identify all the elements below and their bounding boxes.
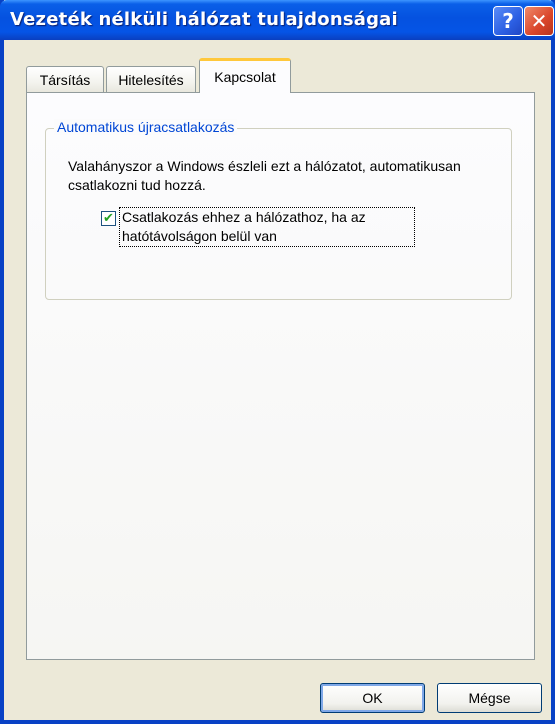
title-bar[interactable]: Vezeték nélküli hálózat tulajdonságai ? … <box>0 0 555 40</box>
close-icon: ✕ <box>530 9 548 33</box>
dialog-window: Vezeték nélküli hálózat tulajdonságai ? … <box>0 0 555 724</box>
close-button[interactable]: ✕ <box>524 6 554 36</box>
window-title: Vezeték nélküli hálózat tulajdonságai <box>10 9 398 30</box>
description-text: Valahányszor a Windows észleli ezt a hál… <box>68 158 461 193</box>
groupbox-title: Automatikus újracsatlakozás <box>54 119 238 135</box>
cancel-button[interactable]: Mégse <box>437 683 542 713</box>
tab-hitelesites[interactable]: Hitelesítés <box>106 66 196 93</box>
checkmark-icon: ✔ <box>103 211 114 226</box>
help-button[interactable]: ? <box>493 6 523 36</box>
tab-panel: Automatikus újracsatlakozás Valahányszor… <box>26 92 535 660</box>
auto-connect-checkbox[interactable]: ✔ <box>101 211 116 226</box>
reconnect-groupbox: Automatikus újracsatlakozás Valahányszor… <box>45 119 512 300</box>
tab-kapcsolat[interactable]: Kapcsolat <box>199 58 291 93</box>
auto-connect-label[interactable]: Csatlakozás ehhez a hálózathoz, ha az ha… <box>119 207 415 247</box>
ok-button[interactable]: OK <box>320 683 425 713</box>
tab-tarsitas[interactable]: Társítás <box>26 66 104 93</box>
help-icon: ? <box>502 9 514 33</box>
